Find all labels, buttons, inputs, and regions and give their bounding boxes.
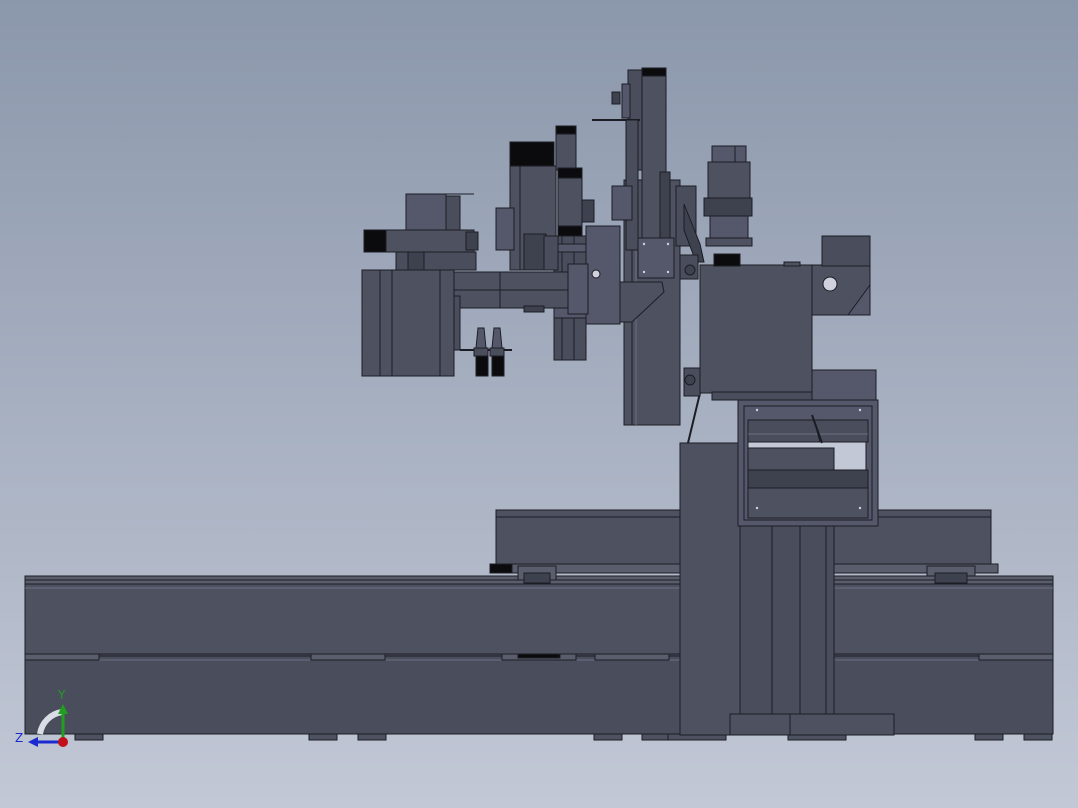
y-axis-label: Y bbox=[58, 688, 66, 702]
horizontal-arm[interactable] bbox=[451, 263, 589, 315]
cad-viewport[interactable]: Y Z bbox=[0, 0, 1078, 808]
electrical-cabinet[interactable] bbox=[737, 399, 879, 527]
origin-point bbox=[58, 737, 68, 747]
machine-bed[interactable] bbox=[24, 575, 1054, 741]
z-axis-label: Z bbox=[15, 731, 24, 745]
